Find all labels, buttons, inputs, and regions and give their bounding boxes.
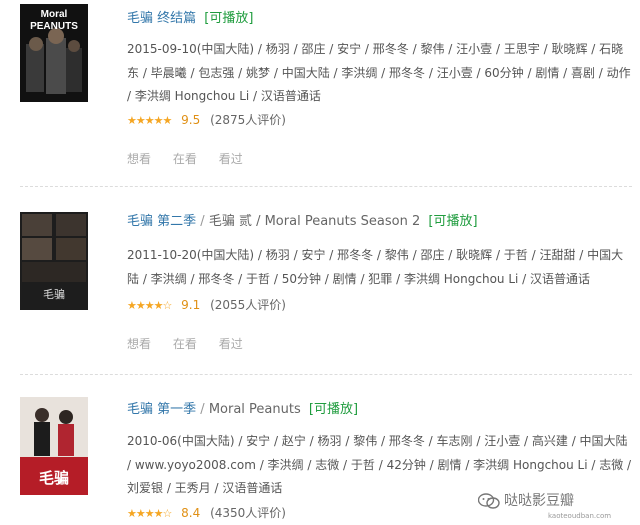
title-row: 毛骗 终结篇 [可播放] [127, 10, 253, 28]
svg-text:毛骗: 毛骗 [39, 469, 69, 487]
title-separator: / [200, 214, 205, 229]
watched-link[interactable]: 看过 [219, 337, 243, 351]
meta-info: 2011-10-20(中国大陆) / 杨羽 / 安宁 / 邢冬冬 / 黎伟 / … [127, 248, 624, 286]
meta-info: 2015-09-10(中国大陆) / 杨羽 / 邵庄 / 安宁 / 邢冬冬 / … [127, 42, 631, 103]
watched-link[interactable]: 看过 [219, 152, 243, 166]
poster-image[interactable]: 毛骗 [20, 212, 88, 310]
title-row: 毛骗 第二季 / 毛骗 贰 / Moral Peanuts Season 2 [… [127, 213, 478, 231]
watermark-sub: kaoteoudban.com [548, 512, 612, 520]
star-rating-icon: ★★★★☆ [127, 507, 172, 520]
wechat-icon [478, 493, 500, 509]
rating-row: ★★★★★ 9.5 (2875人评价) [127, 112, 286, 129]
title-link[interactable]: 毛骗 第二季 [127, 214, 196, 229]
title-link[interactable]: 毛骗 第一季 [127, 402, 196, 417]
rating-score: 9.1 [181, 298, 201, 312]
title-link[interactable]: 毛骗 终结篇 [127, 11, 196, 26]
divider [20, 374, 632, 376]
want-to-watch-link[interactable]: 想看 [127, 337, 151, 351]
rating-row: ★★★★☆ 9.1 (2055人评价) [127, 297, 286, 314]
rating-count[interactable]: (2055人评价) [210, 298, 286, 312]
title-row: 毛骗 第一季 / Moral Peanuts [可播放] [127, 401, 358, 419]
play-link[interactable]: [可播放] [204, 11, 253, 26]
star-rating-icon: ★★★★☆ [127, 299, 172, 312]
rating-row: ★★★★☆ 8.4 (4350人评价) [127, 505, 286, 522]
watching-link[interactable]: 在看 [173, 337, 197, 351]
poster-image[interactable]: 毛骗 [20, 397, 88, 495]
divider [20, 186, 632, 188]
rating-count[interactable]: (4350人评价) [210, 506, 286, 520]
svg-text:PEANUTS: PEANUTS [30, 21, 78, 32]
alt-title: Moral Peanuts [208, 402, 301, 417]
play-link[interactable]: [可播放] [428, 214, 477, 229]
alt-title: 毛骗 贰 / Moral Peanuts Season 2 [208, 214, 421, 229]
watching-link[interactable]: 在看 [173, 152, 197, 166]
poster-image[interactable]: Moral PEANUTS [20, 4, 88, 102]
play-link[interactable]: [可播放] [309, 402, 358, 417]
star-rating-icon: ★★★★★ [127, 114, 172, 127]
rating-count[interactable]: (2875人评价) [210, 113, 286, 127]
rating-score: 8.4 [181, 506, 201, 520]
watermark: 哒哒影豆瓣 kaoteoudban.com [478, 490, 628, 520]
action-row: 想看 在看 看过 [127, 335, 261, 352]
svg-text:毛骗: 毛骗 [43, 287, 65, 301]
svg-text:Moral: Moral [41, 9, 68, 20]
action-row: 想看 在看 看过 [127, 150, 261, 167]
title-separator: / [200, 402, 205, 417]
watermark-text: 哒哒影豆瓣 [504, 493, 574, 509]
want-to-watch-link[interactable]: 想看 [127, 152, 151, 166]
rating-score: 9.5 [181, 113, 201, 127]
